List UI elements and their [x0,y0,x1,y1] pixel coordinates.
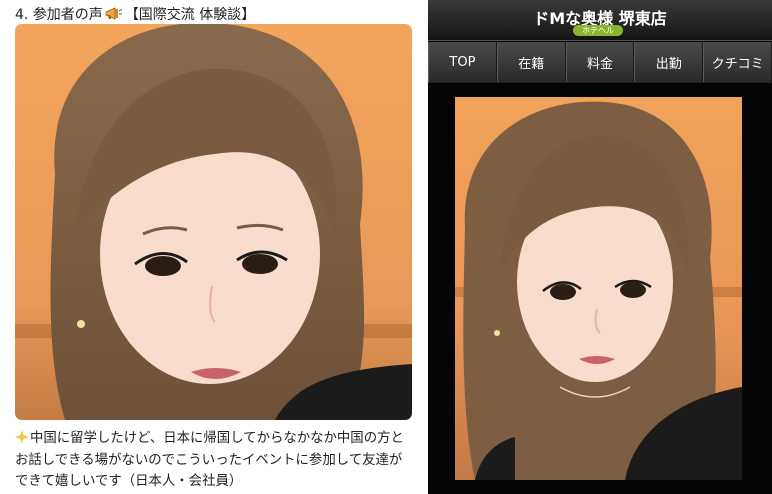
section-heading: 4. 参加者の声 【国際交流 体験談】 [15,4,255,24]
heading-prefix: 4. 参加者の声 [15,7,103,23]
category-badge: ホテヘル [573,25,623,36]
sparkle-star-icon [15,430,29,444]
heading-suffix: 【国際交流 体験談】 [124,7,256,23]
profile-photo[interactable] [455,97,742,480]
shop-nav: TOP 在籍 料金 出勤 クチコミ [428,42,772,83]
participant-photo [15,24,412,420]
nav-top[interactable]: TOP [428,42,497,82]
shop-panel: ドMな奥様 堺東店 ホテヘル TOP 在籍 料金 出勤 クチコミ [428,0,772,494]
testimonial-body: 中国に留学したけど、日本に帰国してからなかなか中国の方とお話しできる場がないので… [15,431,404,489]
nav-reviews[interactable]: クチコミ [703,42,772,82]
nav-staff[interactable]: 在籍 [496,42,566,82]
testimonial-text: 中国に留学したけど、日本に帰国してからなかなか中国の方とお話しできる場がないので… [15,428,415,493]
megaphone-icon [105,7,123,21]
nav-schedule[interactable]: 出勤 [634,42,704,82]
nav-price[interactable]: 料金 [565,42,635,82]
shop-header: ドMな奥様 堺東店 ホテヘル [428,0,772,41]
article-panel: 4. 参加者の声 【国際交流 体験談】 中国に留学したけど、日本に帰国してからな… [0,0,424,494]
